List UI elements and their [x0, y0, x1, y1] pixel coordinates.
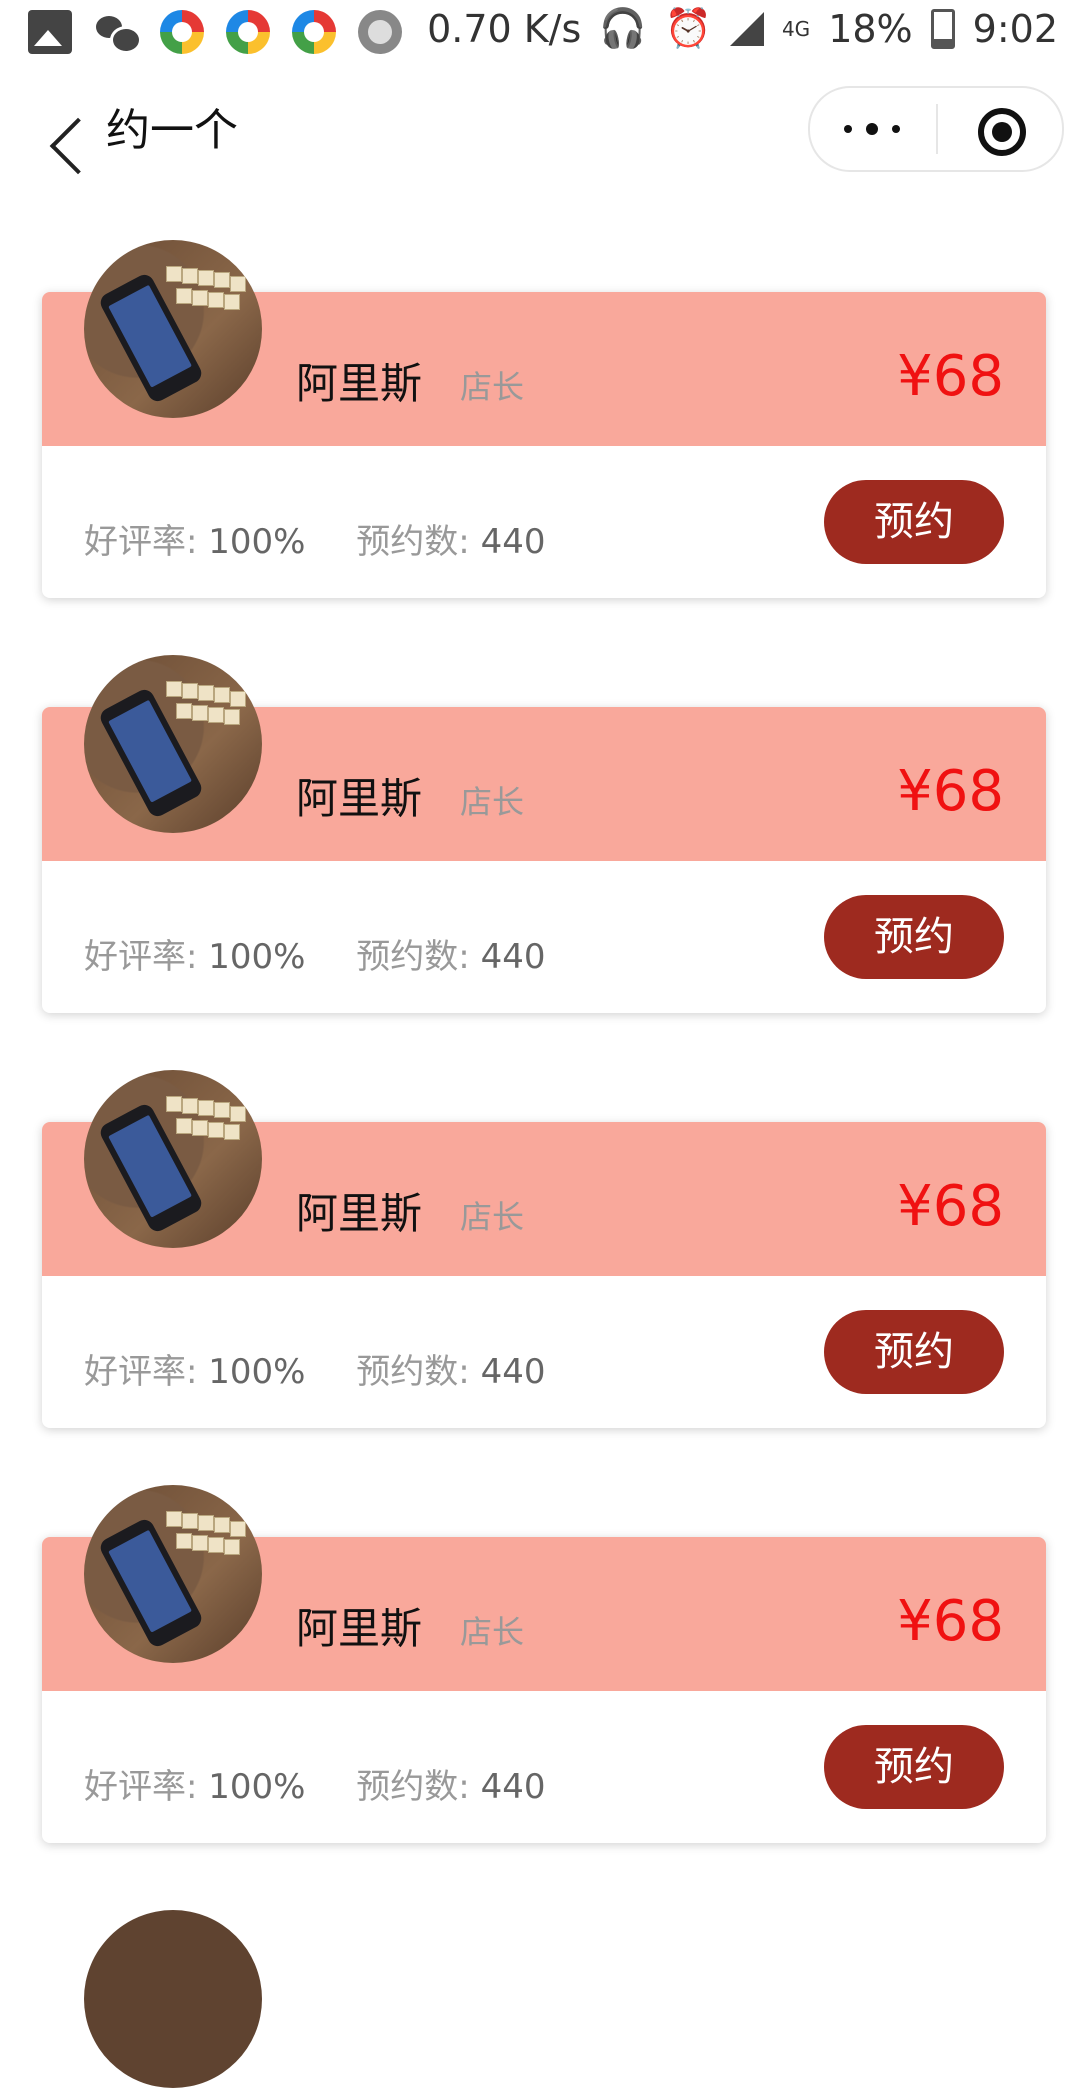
avatar	[84, 240, 262, 418]
count-value: 440	[480, 1352, 546, 1392]
mini-program-capsule	[808, 86, 1064, 172]
app-notification-icon	[160, 10, 204, 54]
tiles-image	[166, 1511, 256, 1571]
clock: 9:02	[972, 6, 1058, 51]
back-arrow-icon	[49, 117, 107, 175]
back-button[interactable]	[24, 86, 107, 175]
staff-name: 阿里斯	[296, 774, 423, 823]
target-icon-center	[992, 122, 1012, 142]
more-button[interactable]	[810, 88, 934, 170]
page-title: 约一个	[106, 105, 238, 156]
avatar	[84, 1070, 262, 1248]
more-icon-dot	[866, 123, 878, 135]
alarm-icon: ⏰	[664, 6, 712, 50]
staff-card[interactable]: 阿里斯 店长 ¥68 好评率: 100% 预约数: 440 预约	[42, 1070, 1046, 1430]
headphones-icon: 🎧	[599, 6, 647, 50]
avatar	[84, 1485, 262, 1663]
status-icons-left	[28, 10, 402, 54]
staff-role: 店长	[460, 1198, 525, 1236]
price: ¥68	[897, 1589, 1004, 1654]
rating-label: 好评率:	[84, 937, 198, 977]
tiles-image	[166, 266, 256, 326]
record-icon	[358, 10, 402, 54]
status-bar: 0.70 K/s 🎧 ⏰ 4G 18% 9:02	[0, 0, 1080, 64]
count-value: 440	[480, 1767, 546, 1807]
rating-value: 100%	[208, 1767, 306, 1807]
rating-label: 好评率:	[84, 1767, 198, 1807]
battery-percent: 18%	[828, 6, 913, 51]
staff-card[interactable]: 阿里斯 店长 ¥68 好评率: 100% 预约数: 440 预约	[42, 1485, 1046, 1845]
tiles-image	[166, 681, 256, 741]
book-button[interactable]: 预约	[824, 480, 1004, 564]
card-stats: 好评率: 100% 预约数: 440	[84, 929, 545, 978]
status-icons-right: 0.70 K/s 🎧 ⏰ 4G 18% 9:02	[427, 6, 1058, 51]
app-notification-icon	[292, 10, 336, 54]
wechat-icon	[94, 10, 142, 54]
close-mini-program-button[interactable]	[938, 88, 1062, 170]
staff-role: 店长	[460, 783, 525, 821]
count-label: 预约数:	[356, 937, 470, 977]
price: ¥68	[897, 759, 1004, 824]
staff-name: 阿里斯	[296, 359, 423, 408]
rating-value: 100%	[208, 1352, 306, 1392]
staff-card[interactable]: 阿里斯 店长 ¥68 好评率: 100% 预约数: 440 预约	[42, 240, 1046, 600]
staff-name: 阿里斯	[296, 1604, 423, 1653]
rating-value: 100%	[208, 937, 306, 977]
signal-icon	[729, 11, 764, 46]
price: ¥68	[897, 344, 1004, 409]
card-stats: 好评率: 100% 预约数: 440	[84, 1344, 545, 1393]
rating-label: 好评率:	[84, 1352, 198, 1392]
card-stats: 好评率: 100% 预约数: 440	[84, 514, 545, 563]
staff-card[interactable]: 阿里斯 店长 ¥68 好评率: 100% 预约数: 440 预约	[42, 655, 1046, 1015]
more-icon	[844, 125, 852, 133]
count-label: 预约数:	[356, 522, 470, 562]
avatar	[84, 655, 262, 833]
rating-value: 100%	[208, 522, 306, 562]
book-button[interactable]: 预约	[824, 895, 1004, 979]
nav-bar: 约一个	[0, 64, 1080, 188]
book-button[interactable]: 预约	[824, 1310, 1004, 1394]
staff-role: 店长	[460, 368, 525, 406]
staff-role: 店长	[460, 1613, 525, 1651]
app-notification-icon	[226, 10, 270, 54]
card-stats: 好评率: 100% 预约数: 440	[84, 1759, 545, 1808]
gallery-icon	[28, 10, 72, 54]
battery-icon	[930, 8, 955, 49]
count-value: 440	[480, 522, 546, 562]
count-label: 预约数:	[356, 1352, 470, 1392]
net-speed: 0.70 K/s	[427, 6, 582, 51]
tiles-image	[166, 1096, 256, 1156]
network-type: 4G	[781, 16, 811, 41]
count-label: 预约数:	[356, 1767, 470, 1807]
count-value: 440	[480, 937, 546, 977]
price: ¥68	[897, 1174, 1004, 1239]
avatar	[84, 1910, 262, 2088]
staff-name: 阿里斯	[296, 1189, 423, 1238]
rating-label: 好评率:	[84, 522, 198, 562]
book-button[interactable]: 预约	[824, 1725, 1004, 1809]
more-icon-dot	[892, 125, 900, 133]
